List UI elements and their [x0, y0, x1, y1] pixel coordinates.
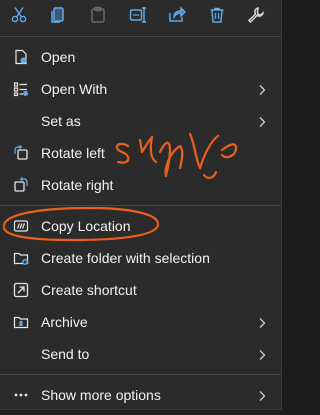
menu-item-label: Rotate left	[41, 145, 105, 161]
paste-icon	[91, 6, 105, 23]
cut-icon	[11, 7, 27, 23]
menu-item-create-shortcut[interactable]: Create shortcut	[0, 274, 281, 306]
menu-item-rotate-right[interactable]: Rotate right	[0, 169, 281, 201]
separator	[0, 205, 281, 206]
menu-item-set-as[interactable]: Set as	[0, 105, 281, 137]
menu-item-label: Create shortcut	[41, 282, 137, 298]
menu-item-label: Open	[41, 49, 76, 65]
share-button[interactable]	[162, 2, 192, 28]
menu-item-label: Set as	[41, 113, 81, 129]
copy-button[interactable]	[44, 2, 74, 28]
menu-item-open[interactable]: Open	[0, 41, 281, 73]
command-bar	[0, 0, 281, 30]
archive-icon	[12, 313, 30, 331]
delete-icon	[210, 7, 224, 23]
chevron-right-icon	[257, 83, 267, 95]
menu-item-archive[interactable]: Archive	[0, 306, 281, 338]
more-options-icon	[12, 386, 30, 404]
chevron-right-icon	[257, 316, 267, 328]
shortcut-icon	[12, 281, 30, 299]
menu-item-label: Copy Location	[41, 218, 131, 234]
rotate-right-icon	[12, 176, 30, 194]
rename-icon	[129, 7, 146, 23]
copy-location-icon	[12, 217, 30, 235]
chevron-right-icon	[257, 389, 267, 401]
menu-item-label: Open With	[41, 81, 108, 97]
share-icon	[169, 6, 187, 22]
copy-icon	[51, 7, 65, 23]
menu-item-label: Archive	[41, 314, 88, 330]
cut-button[interactable]	[4, 2, 34, 28]
menu-item-label: Create folder with selection	[41, 250, 210, 266]
menu-item-label: Rotate right	[41, 177, 114, 193]
rotate-left-icon	[12, 144, 30, 162]
chevron-right-icon	[257, 348, 267, 360]
menu-item-show-more-options[interactable]: Show more options	[0, 379, 281, 411]
open-with-icon	[12, 80, 30, 98]
rename-button[interactable]	[123, 2, 153, 28]
menu-item-copy-location[interactable]: Copy Location	[0, 210, 281, 242]
menu-item-rotate-left[interactable]: Rotate left	[0, 137, 281, 169]
separator	[0, 374, 281, 375]
chevron-right-icon	[257, 115, 267, 127]
menu-item-label: Show more options	[41, 387, 161, 403]
paste-button[interactable]	[83, 2, 113, 28]
delete-button[interactable]	[202, 2, 232, 28]
menu-item-open-with[interactable]: Open With	[0, 73, 281, 105]
context-menu: Open Open With Set as Rotate left Rotate…	[0, 0, 282, 410]
new-folder-icon	[12, 249, 30, 267]
menu-item-send-to[interactable]: Send to	[0, 338, 281, 370]
properties-icon	[248, 7, 265, 24]
background-strip	[0, 410, 286, 415]
properties-button[interactable]	[241, 2, 271, 28]
open-icon	[12, 48, 30, 66]
menu-item-label: Send to	[41, 346, 90, 362]
separator	[0, 36, 281, 37]
menu-item-create-folder[interactable]: Create folder with selection	[0, 242, 281, 274]
